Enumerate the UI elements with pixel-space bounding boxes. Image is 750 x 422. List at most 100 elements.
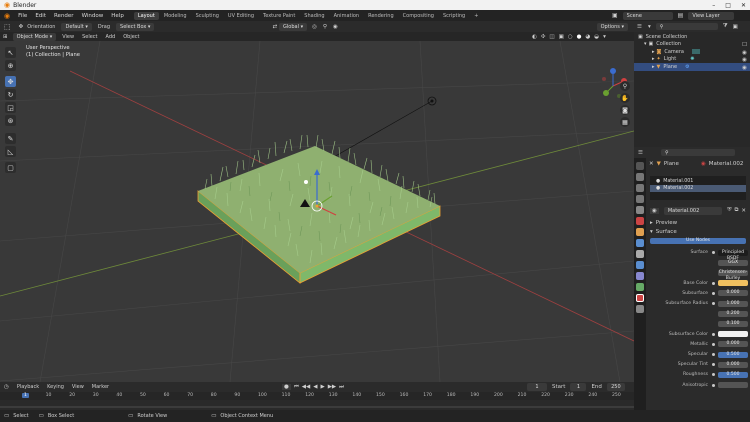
tab-rendering[interactable]: Rendering (364, 12, 398, 20)
menu-view[interactable]: View (58, 34, 78, 40)
property-field[interactable] (718, 280, 748, 287)
modifier-tab-icon[interactable] (636, 239, 644, 247)
plane-visibility-icon[interactable]: ◉ (742, 65, 747, 71)
tab-uv-editing[interactable]: UV Editing (224, 12, 258, 20)
gizmo-icon[interactable]: ✣ (541, 34, 546, 40)
orientation-dropdown[interactable]: Default ▾ (61, 22, 92, 31)
unlink-material-icon[interactable]: ✕ (741, 208, 746, 214)
socket-dot-icon[interactable] (712, 251, 715, 254)
end-frame-field[interactable]: 250 (606, 383, 625, 391)
blender-menu-icon[interactable]: ◉ (0, 12, 14, 20)
property-field[interactable]: 0.100 (718, 320, 748, 327)
properties-editor-icon[interactable]: ☰ (634, 150, 647, 156)
tab-sculpting[interactable]: Sculpting (192, 12, 223, 20)
physics-tab-icon[interactable] (636, 261, 644, 269)
scene-selector[interactable]: Scene (622, 11, 673, 20)
scene-tab-icon[interactable] (636, 206, 644, 214)
tab-compositing[interactable]: Compositing (399, 12, 438, 20)
property-field[interactable]: 0.000 (718, 341, 748, 348)
annotate-tool[interactable]: ✎ (5, 133, 16, 144)
property-field[interactable]: 0.500 (718, 351, 748, 358)
pivot-icon[interactable]: ◎ (309, 24, 320, 30)
3d-viewport[interactable]: User Perspective (1) Collection | Plane … (0, 41, 634, 382)
socket-dot-icon[interactable] (712, 363, 715, 367)
menu-marker[interactable]: Marker (88, 384, 113, 390)
material-slot[interactable]: ● Material.002 (650, 185, 746, 192)
light-visibility-icon[interactable]: ◉ (742, 57, 747, 63)
property-field[interactable]: 0.500 (718, 371, 748, 378)
menu-playback[interactable]: Playback (13, 384, 43, 390)
socket-dot-icon[interactable] (712, 353, 715, 356)
socket-dot-icon[interactable] (712, 291, 715, 295)
snap-icon[interactable]: ⚲ (320, 24, 330, 30)
rotate-tool[interactable]: ↻ (5, 89, 16, 100)
solid-shading-icon[interactable]: ● (577, 34, 582, 40)
pan-view-button[interactable]: ✋ (620, 93, 630, 103)
drag-dropdown[interactable]: Select Box ▾ (116, 22, 155, 31)
jump-end-icon[interactable]: ⏭ (339, 384, 344, 391)
camera-visibility-icon[interactable]: ◉ (742, 50, 747, 56)
add-workspace-button[interactable]: + (470, 12, 482, 20)
menu-file[interactable]: File (14, 13, 31, 19)
tab-scripting[interactable]: Scripting (439, 12, 469, 20)
view-layer-selector[interactable]: View Layer (688, 11, 735, 20)
property-field[interactable]: 0.200 (718, 310, 748, 317)
jump-start-icon[interactable]: ⏮ (294, 384, 299, 391)
menu-window[interactable]: Window (78, 13, 108, 19)
add-cube-tool[interactable]: ▢ (5, 162, 16, 173)
timeline-editor-icon[interactable]: ◷ (0, 384, 13, 390)
material-browse-icon[interactable]: ◉ (650, 207, 659, 214)
wireframe-shading-icon[interactable]: ○ (568, 34, 573, 40)
select-tool-icon[interactable]: ⬚ (0, 23, 15, 31)
outliner-scene-collection[interactable]: ▣ Scene Collection (634, 33, 750, 41)
mode-dropdown[interactable]: Object Mode ▾ (12, 32, 57, 41)
texture-tab-icon[interactable] (636, 305, 644, 313)
outliner-search-input[interactable]: ⚲ (655, 23, 718, 30)
play-icon[interactable]: ▶ (320, 384, 324, 390)
use-nodes-button[interactable]: Use Nodes (650, 237, 746, 244)
outliner-collection[interactable]: ▾ ▣ Collection (634, 41, 750, 49)
object-tab-icon[interactable] (636, 228, 644, 236)
surface-panel-header[interactable]: ▾ Surface (646, 227, 750, 236)
menu-help[interactable]: Help (107, 13, 128, 19)
shading-options-icon[interactable]: ▾ (603, 34, 606, 40)
proportional-edit-icon[interactable]: ◉ (330, 24, 341, 30)
data-tab-icon[interactable] (636, 283, 644, 291)
preview-panel-header[interactable]: ▸ Preview (646, 218, 750, 227)
timeline-scrollbar[interactable] (0, 406, 634, 408)
constraints-tab-icon[interactable] (636, 272, 644, 280)
properties-search-input[interactable]: ⚲ (660, 149, 735, 156)
expand-arrow-icon[interactable]: ▸ (652, 56, 655, 62)
material-slot[interactable]: ● Material.001 (650, 178, 746, 185)
view-layer-tab-icon[interactable] (636, 195, 644, 203)
outliner-camera[interactable]: ▸ ◙ Camera (634, 48, 750, 56)
transform-orientation-dropdown[interactable]: Global ▾ (279, 22, 308, 31)
property-field[interactable]: 1.000 (718, 300, 748, 307)
maximize-icon[interactable]: □ (725, 2, 731, 9)
socket-dot-icon[interactable] (712, 373, 715, 377)
outliner-editor-icon[interactable]: ☰ (634, 24, 645, 30)
tab-texture-paint[interactable]: Texture Paint (259, 12, 299, 20)
expand-arrow-icon[interactable]: ▸ (652, 49, 655, 55)
expand-arrow-icon[interactable]: ▸ (652, 64, 655, 70)
socket-dot-icon[interactable] (712, 332, 715, 336)
menu-edit[interactable]: Edit (31, 13, 50, 19)
tab-shading[interactable]: Shading (300, 12, 328, 20)
material-shading-icon[interactable]: ◕ (585, 34, 590, 40)
tool-tab-icon[interactable] (636, 162, 644, 170)
options-dropdown[interactable]: Options ▾ (596, 22, 628, 31)
scale-tool[interactable]: ◲ (5, 102, 16, 113)
timeline-scrubber[interactable]: 1 10 20 30 40 50 60 70 80 90 100 110 120 130 140 150 160… (0, 392, 634, 410)
property-field[interactable] (718, 382, 748, 389)
next-keyframe-icon[interactable]: ▶▶ (328, 384, 336, 390)
property-field[interactable]: Principled BSDF (718, 249, 748, 261)
menu-add[interactable]: Add (102, 34, 120, 40)
minimize-icon[interactable]: – (712, 2, 715, 9)
overlay-icon[interactable]: ◫ (549, 34, 554, 40)
visibility-icon[interactable]: ◐ (532, 34, 537, 40)
measure-tool[interactable]: ◺ (5, 146, 16, 157)
xray-icon[interactable]: ▣ (559, 34, 564, 40)
world-tab-icon[interactable] (636, 217, 644, 225)
copy-material-icon[interactable]: ⧉ (734, 207, 738, 214)
expand-arrow-icon[interactable]: ▾ (644, 41, 647, 47)
